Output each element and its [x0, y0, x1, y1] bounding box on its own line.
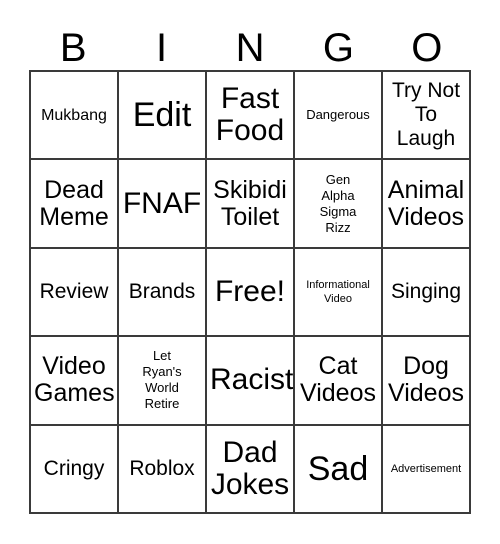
bingo-cell[interactable]: Singing	[383, 248, 471, 338]
bingo-cell-label: Racist	[210, 363, 294, 397]
bingo-cell-label: Dangerous	[306, 107, 370, 123]
bingo-cell-label: Gen Alpha Sigma Rizz	[319, 171, 357, 235]
bingo-cell-label: Video Games	[34, 352, 115, 408]
bingo-cell[interactable]: Informational Video	[295, 248, 383, 338]
header-letter-g: G	[322, 26, 354, 70]
header-letter-i: I	[156, 26, 168, 70]
bingo-cell[interactable]: Sad	[295, 425, 383, 515]
bingo-row: Cringy Roblox Dad Jokes Sad Advertisemen…	[31, 425, 471, 515]
bingo-cell[interactable]: Dead Meme	[31, 160, 119, 249]
bingo-row: Dead Meme FNAF Skibidi Toilet Gen Alpha …	[31, 160, 471, 249]
bingo-cell[interactable]: Let Ryan's World Retire	[119, 337, 207, 426]
bingo-cell-label: Cat Videos	[300, 352, 376, 408]
bingo-cell-label: Singing	[390, 280, 462, 304]
bingo-cell-label: Dead Meme	[39, 175, 109, 231]
bingo-cell-label: Dad Jokes	[210, 435, 290, 501]
bingo-cell-label: Let Ryan's World Retire	[142, 348, 182, 412]
bingo-cell[interactable]: Brands	[119, 248, 207, 338]
bingo-cell[interactable]: Video Games	[31, 337, 119, 426]
bingo-cell[interactable]: Cringy	[31, 425, 119, 515]
header-letter-n: N	[235, 26, 265, 70]
bingo-cell-label: Try Not To Laugh	[391, 79, 461, 151]
bingo-cell[interactable]: Roblox	[119, 425, 207, 515]
bingo-cell-label: Informational Video	[306, 279, 370, 306]
header-letter-o: O	[411, 26, 443, 70]
bingo-cell-label: Dog Videos	[388, 352, 464, 408]
bingo-cell-label: Mukbang	[41, 106, 107, 124]
bingo-cell-label: Free!	[214, 275, 286, 309]
bingo-cell-label: Edit	[132, 96, 192, 135]
bingo-cell-label: Fast Food	[215, 82, 285, 148]
bingo-cell-free[interactable]: Free!	[207, 248, 295, 338]
bingo-header: B I N G O	[29, 20, 471, 70]
bingo-cell-label: Advertisement	[390, 462, 462, 475]
bingo-cell[interactable]: FNAF	[119, 160, 207, 249]
bingo-grid: Mukbang Edit Fast Food Dangerous Try Not…	[29, 70, 471, 515]
bingo-cell[interactable]: Mukbang	[31, 72, 119, 161]
bingo-cell-label: FNAF	[122, 186, 202, 220]
bingo-row: Video Games Let Ryan's World Retire Raci…	[31, 337, 471, 426]
bingo-cell[interactable]: Racist	[207, 337, 295, 426]
bingo-cell[interactable]: Review	[31, 248, 119, 338]
bingo-cell[interactable]: Dog Videos	[383, 337, 471, 426]
bingo-cell-label: Review	[39, 280, 109, 304]
bingo-cell[interactable]: Gen Alpha Sigma Rizz	[295, 160, 383, 249]
bingo-cell-label: Skibidi Toilet	[213, 175, 287, 231]
bingo-cell[interactable]: Dad Jokes	[207, 425, 295, 515]
bingo-cell-label: Cringy	[43, 456, 105, 480]
bingo-cell[interactable]: Advertisement	[383, 425, 471, 515]
bingo-row: Mukbang Edit Fast Food Dangerous Try Not…	[31, 72, 471, 161]
bingo-cell-label: Animal Videos	[387, 175, 465, 231]
bingo-cell[interactable]: Animal Videos	[383, 160, 471, 249]
bingo-cell-label: Brands	[128, 280, 196, 304]
bingo-cell[interactable]: Dangerous	[295, 72, 383, 161]
header-letter-b: B	[59, 26, 87, 70]
bingo-cell[interactable]: Cat Videos	[295, 337, 383, 426]
bingo-cell[interactable]: Edit	[119, 72, 207, 161]
bingo-cell[interactable]: Fast Food	[207, 72, 295, 161]
bingo-cell[interactable]: Skibidi Toilet	[207, 160, 295, 249]
bingo-row: Review Brands Free! Informational Video …	[31, 248, 471, 338]
bingo-card: B I N G O Mukbang Edit Fast Food Dangero…	[0, 0, 500, 544]
bingo-cell-label: Roblox	[129, 456, 195, 480]
bingo-cell[interactable]: Try Not To Laugh	[383, 72, 471, 161]
bingo-cell-label: Sad	[307, 449, 369, 488]
